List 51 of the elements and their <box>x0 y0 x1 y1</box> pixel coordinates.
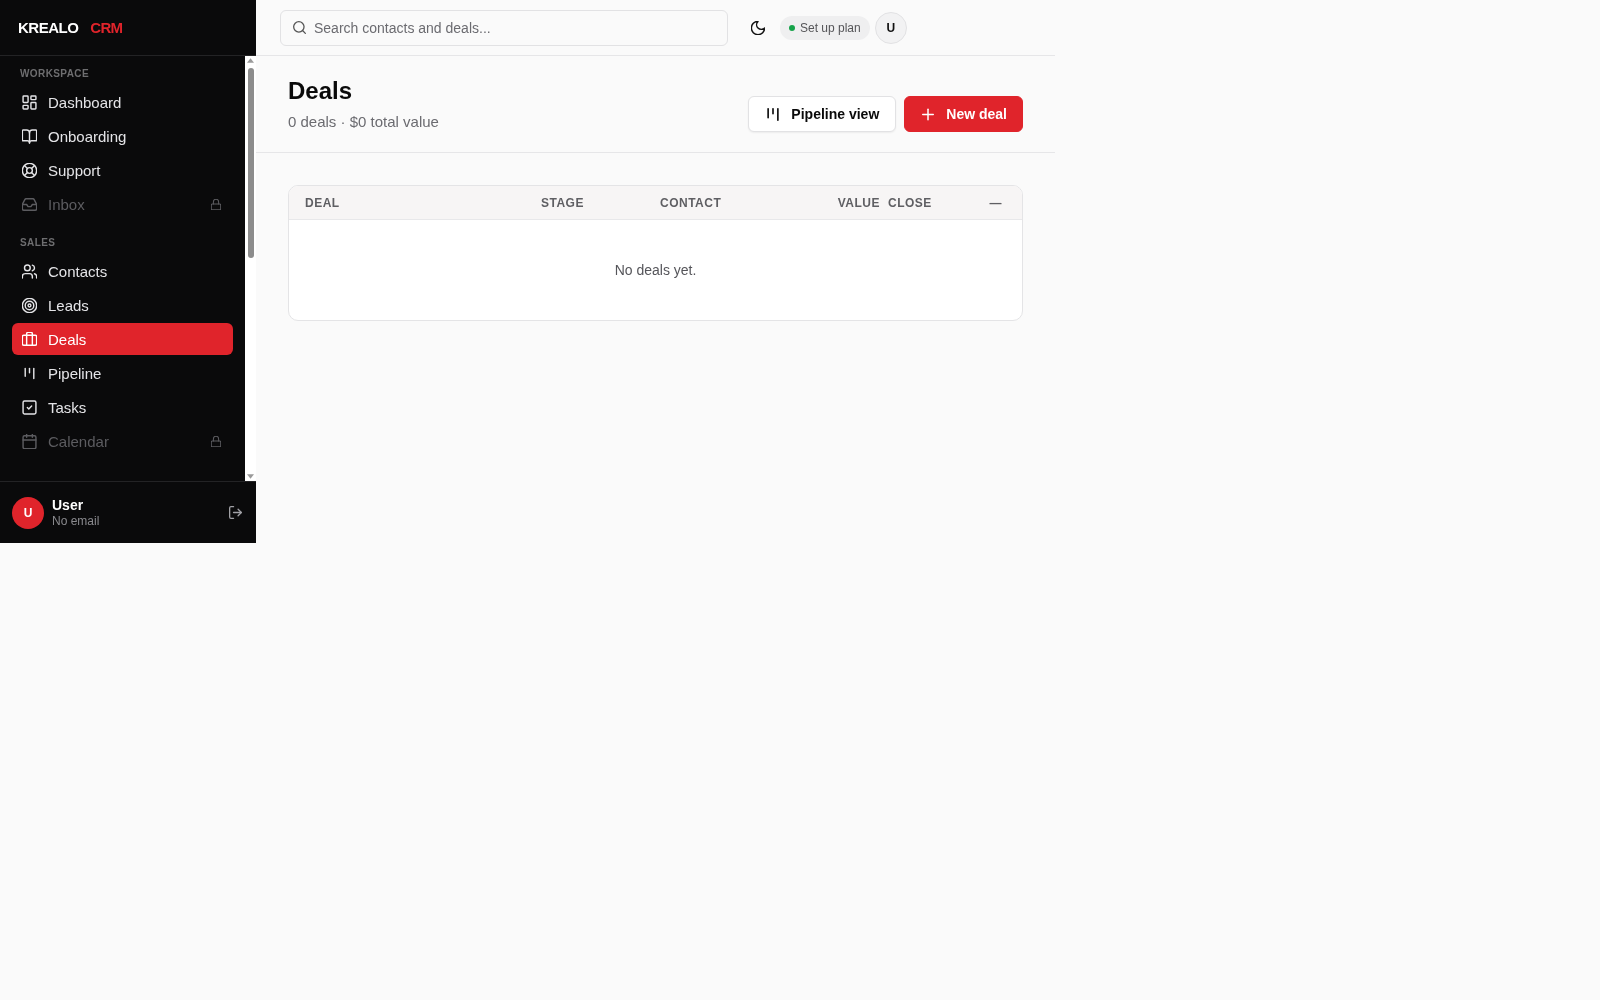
user-avatar: U <box>12 496 44 529</box>
grid-icon <box>22 94 37 110</box>
page-subtitle: 0 deals · $0 total value <box>288 112 439 132</box>
inbox-tray-icon <box>22 196 37 212</box>
lifebuoy-icon <box>22 162 37 178</box>
columns-icon <box>767 107 780 121</box>
section-label: WORKSPACE <box>19 68 90 80</box>
nav-item[interactable]: Deals <box>12 323 233 355</box>
nav-item[interactable]: Onboarding <box>12 120 233 152</box>
scroll-down-icon[interactable] <box>247 474 254 479</box>
plus-icon <box>922 107 935 121</box>
nav-item[interactable]: Support <box>12 154 233 186</box>
plan-badge[interactable]: Set up plan <box>780 15 870 40</box>
status-dot-icon <box>789 24 795 31</box>
section-label: SALES <box>19 237 57 249</box>
scroll-up-icon[interactable] <box>247 58 254 63</box>
avatar-button[interactable]: U <box>874 11 907 44</box>
column-header: CONTACT <box>660 195 723 210</box>
lock-icon <box>211 198 221 210</box>
nav-item[interactable]: Tasks <box>12 391 233 423</box>
empty-state-text: No deals yet. <box>614 262 697 278</box>
logo-text: KREALO <box>18 19 79 36</box>
search-field[interactable]: Search contacts and deals... <box>280 9 728 46</box>
pipeline-view-button[interactable]: Pipeline view <box>748 96 897 132</box>
column-header: DEAL <box>305 195 341 210</box>
logout-icon[interactable] <box>229 506 242 519</box>
briefcase-icon <box>22 331 37 347</box>
column-header: VALUE <box>837 195 880 210</box>
column-header: CLOSE <box>888 195 933 210</box>
columns-icon <box>22 365 37 381</box>
user-name: User <box>52 496 84 514</box>
scrollbar[interactable] <box>245 56 256 481</box>
target-icon <box>22 297 37 313</box>
lock-icon <box>211 435 221 447</box>
nav-item[interactable]: Dashboard <box>12 86 233 118</box>
column-header: STAGE <box>541 195 585 210</box>
logo-suffix: CRM <box>90 19 123 36</box>
user-email: No email <box>52 513 100 529</box>
book-icon <box>22 128 37 144</box>
new-deal-button[interactable]: New deal <box>904 96 1023 132</box>
check-square-icon <box>22 399 37 415</box>
nav-item[interactable]: Leads <box>12 289 233 321</box>
column-header: — <box>989 195 1002 210</box>
nav-item[interactable]: Pipeline <box>12 357 233 389</box>
people-icon <box>22 263 37 279</box>
search-icon <box>293 20 306 34</box>
page-title: Deals <box>288 76 354 106</box>
moon-icon[interactable] <box>751 20 765 35</box>
calendar-icon <box>22 433 37 449</box>
nav-item[interactable]: Contacts <box>12 255 233 287</box>
scrollbar-thumb[interactable] <box>247 68 254 258</box>
